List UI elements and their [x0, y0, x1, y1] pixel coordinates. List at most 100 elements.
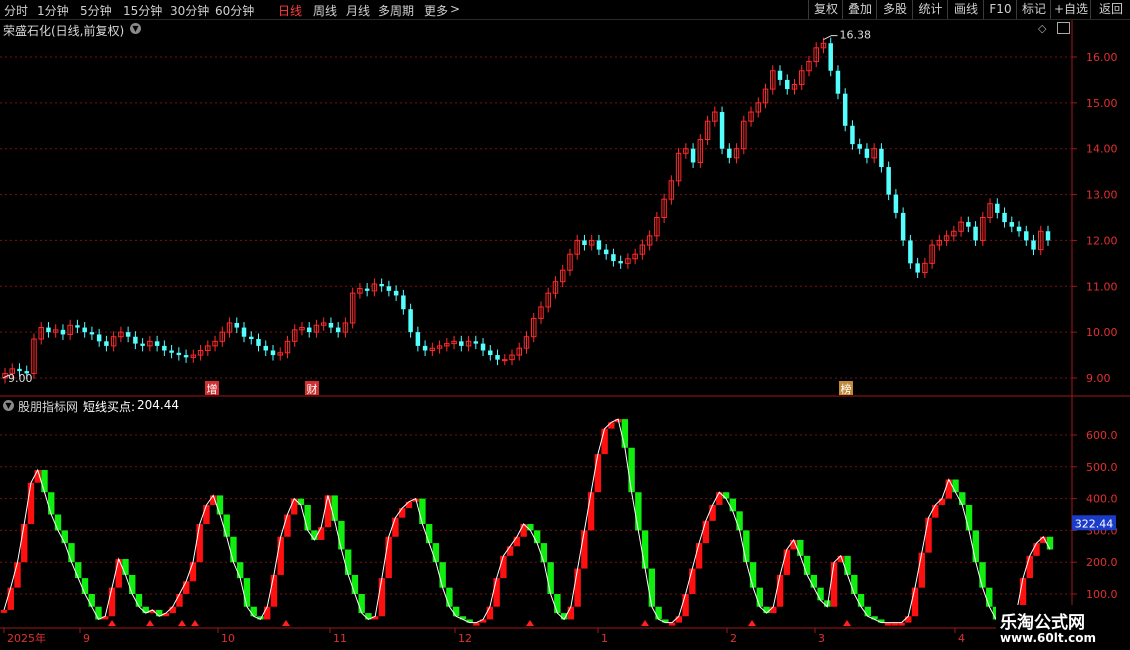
indicator-collapse-icon[interactable]: ▼	[3, 400, 14, 411]
period-tab-2[interactable]: 5分钟	[80, 2, 112, 19]
indicator-bar	[61, 530, 68, 544]
indicator-bar	[675, 616, 683, 623]
candle-body-down	[162, 345, 167, 351]
period-tab-5[interactable]: 60分钟	[215, 2, 254, 19]
candle-body-down	[1016, 226, 1022, 232]
candle-body-down	[415, 332, 421, 346]
price-tick-label-1: 15.00	[1086, 97, 1118, 110]
indicator-bar	[297, 498, 305, 505]
candle-body-down	[176, 352, 182, 356]
indicator-line-value: 204.44	[137, 398, 179, 412]
period-tab-0[interactable]: 分时	[4, 2, 28, 19]
period-tab-1[interactable]: 1分钟	[37, 2, 69, 19]
indicator-bar	[621, 419, 629, 448]
period-tab-3[interactable]: 15分钟	[123, 2, 162, 19]
indicator-bar	[986, 587, 993, 607]
indicator-bar	[628, 447, 635, 493]
candle-body-down	[777, 70, 783, 80]
indicator-bar	[648, 568, 656, 607]
indicator-bar	[581, 530, 588, 569]
stock-chart[interactable]: 16.00 15.00 14.00 13.00 12.00 11.00 10.00 9.00 1…	[0, 20, 1130, 650]
indicator-bar	[7, 587, 14, 610]
indicator-bar	[702, 520, 710, 544]
indicator-bar	[851, 574, 858, 594]
indicator-bar	[945, 479, 952, 499]
date-label-7: 3	[818, 632, 825, 645]
period-tab-7[interactable]: 周线	[313, 2, 337, 19]
indicator-bar	[304, 504, 311, 531]
signal-triangle	[178, 620, 186, 626]
indicator-tick-label-0: 600.0	[1086, 429, 1118, 442]
collapse-icon[interactable]: ▼	[130, 23, 141, 34]
candle-body-down	[60, 329, 66, 335]
toolbar-button-7[interactable]: +自选	[1050, 0, 1091, 19]
indicator-bar	[554, 594, 561, 614]
candle-body-down	[335, 327, 341, 333]
indicator-bar	[493, 578, 500, 607]
toolbar-button-6[interactable]: 标记	[1016, 0, 1051, 19]
signal-triangle	[641, 620, 649, 626]
candle-body-down	[727, 148, 732, 158]
indicator-bar	[338, 520, 345, 550]
period-tab-4[interactable]: 30分钟	[170, 2, 209, 19]
candle-body-down	[263, 345, 268, 351]
period-tab-10[interactable]: 更多	[424, 2, 448, 19]
toolbar-button-8[interactable]: 返回	[1090, 0, 1130, 19]
signal-triangle	[108, 620, 116, 626]
period-tab-9[interactable]: 多周期	[378, 2, 414, 19]
toolbar-button-1[interactable]: 叠加	[842, 0, 877, 19]
candle-body-down	[900, 212, 906, 241]
candle-body-down	[183, 355, 189, 358]
indicator-bar	[547, 562, 554, 594]
indicator-bar	[88, 594, 95, 607]
indicator-bar	[864, 606, 871, 617]
toolbar-button-3[interactable]: 统计	[912, 0, 948, 19]
indicator-bar	[129, 574, 136, 594]
candle-body-down	[46, 327, 51, 333]
indicator-bar	[14, 562, 21, 588]
candle-body-down	[386, 286, 392, 291]
price-tick-label-0: 16.00	[1086, 51, 1118, 64]
candle-body-down	[973, 226, 978, 241]
toolbar-button-2[interactable]: 多股	[876, 0, 913, 19]
candle-body-down	[422, 345, 428, 351]
toolbar-button-5[interactable]: F10	[983, 0, 1017, 19]
window-icon[interactable]	[1057, 22, 1070, 34]
price-tick-label-5: 11.00	[1086, 280, 1118, 293]
low-price-label: 9.00	[8, 372, 33, 385]
candle-body-down	[104, 341, 109, 346]
indicator-tick-label-2: 400.0	[1086, 493, 1118, 506]
toolbar-button-4[interactable]: 画线	[947, 0, 984, 19]
indicator-bar	[169, 606, 176, 614]
candle-body-down	[908, 240, 913, 264]
indicator-bar	[743, 530, 750, 563]
more-arrow-icon[interactable]: >	[450, 2, 460, 16]
indicator-bar	[655, 606, 662, 620]
candle-body-down	[850, 125, 855, 145]
indicator-bar	[506, 546, 514, 556]
candle-body-down	[611, 254, 616, 262]
period-tab-6[interactable]: 日线	[278, 2, 302, 19]
indicator-bar	[1046, 536, 1054, 550]
indicator-bar	[567, 606, 575, 620]
indicator-bar	[763, 606, 770, 614]
indicator-bar	[911, 587, 919, 617]
indicator-bar	[324, 495, 332, 528]
indicator-bar	[432, 543, 440, 563]
indicator-bar	[54, 514, 62, 531]
event-marker-2: 榜	[841, 382, 852, 396]
indicator-bar	[722, 492, 730, 499]
indicator-bar	[135, 594, 143, 607]
diamond-icon[interactable]: ◇	[1038, 22, 1046, 35]
toolbar-button-0[interactable]: 复权	[808, 0, 843, 19]
indicator-bar	[81, 578, 89, 594]
indicator-bar	[385, 536, 392, 579]
period-tab-8[interactable]: 月线	[346, 2, 370, 19]
indicator-bar	[419, 498, 426, 525]
indicator-bar	[682, 594, 689, 617]
indicator-bar	[527, 524, 534, 531]
indicator-bar	[959, 492, 966, 505]
candle-body-down	[140, 343, 145, 346]
indicator-bar	[918, 552, 925, 588]
price-tick-label-3: 13.00	[1086, 189, 1118, 202]
